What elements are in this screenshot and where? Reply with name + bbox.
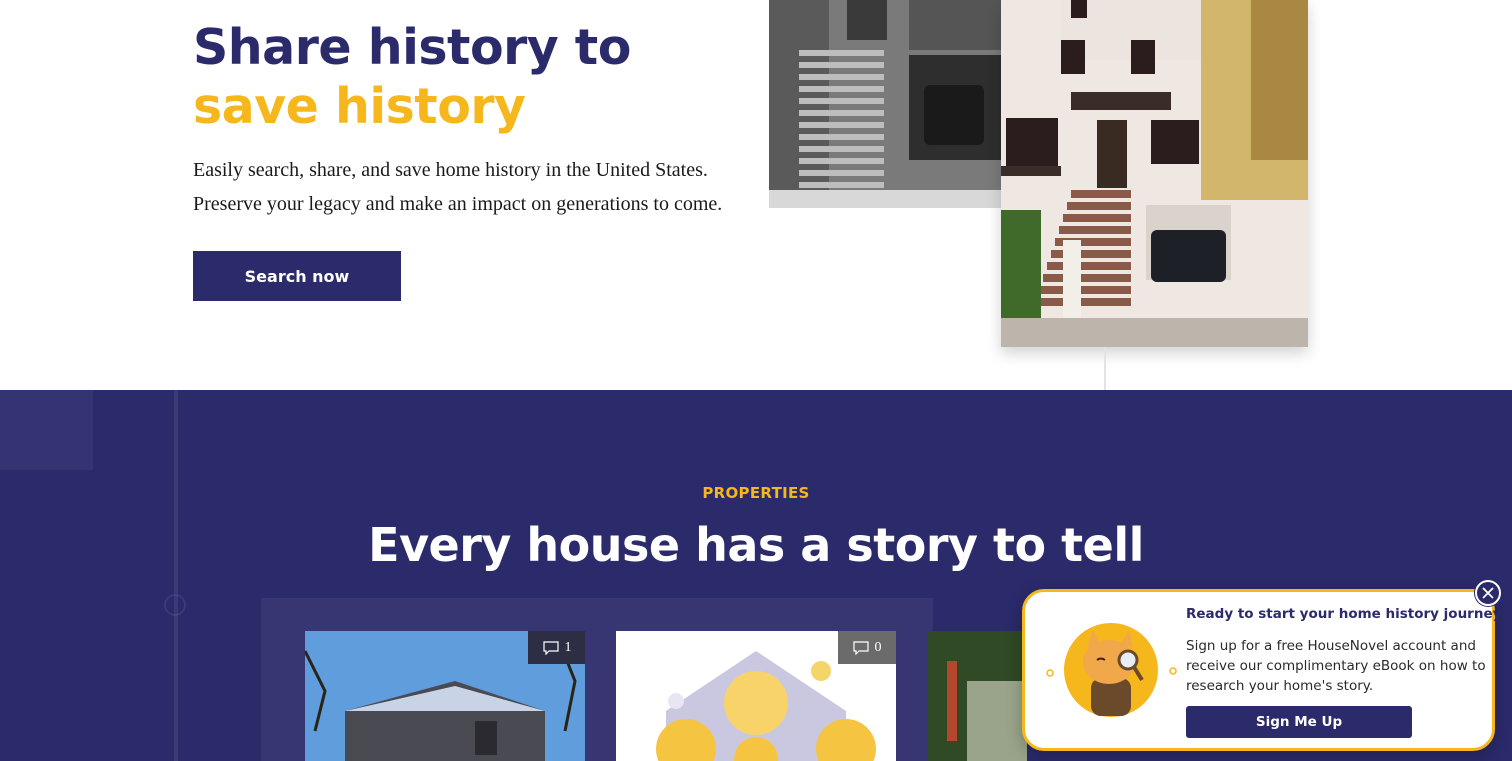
properties-eyebrow: PROPERTIES: [702, 484, 810, 502]
close-icon: [1482, 587, 1494, 599]
comment-count-badge[interactable]: 0: [838, 631, 896, 664]
hero-subtitle-line1: Easily search, share, and save home hist…: [193, 159, 708, 181]
comment-count: 1: [564, 639, 572, 655]
comment-count-badge[interactable]: 1: [528, 631, 585, 664]
hero-subtitle-line2: Preserve your legacy and make an impact …: [193, 193, 723, 215]
property-card[interactable]: 1: [305, 631, 585, 761]
hero-title: Share history to save history: [193, 18, 631, 136]
signup-popup: Ready to start your home history journey…: [1022, 589, 1509, 751]
historic-house-illustration: [769, 0, 1001, 208]
popup-close-button[interactable]: [1475, 580, 1501, 606]
property-photo: [927, 631, 1027, 761]
comment-icon: [852, 640, 869, 655]
comment-icon: [542, 640, 559, 655]
hero-title-line1: Share history to: [193, 19, 631, 76]
background-timeline-line: [174, 390, 178, 761]
property-card[interactable]: [927, 631, 1027, 761]
comment-count: 0: [874, 639, 882, 655]
cat-detective-mascot: [1046, 623, 1177, 717]
background-timeline-node: [164, 594, 186, 616]
modern-house-illustration: [1001, 0, 1308, 347]
hero-section: Share history to save history Easily sea…: [0, 0, 1512, 390]
background-decoration: [0, 390, 93, 470]
historic-house-photo: [769, 0, 1001, 208]
hero-title-line2: save history: [193, 78, 526, 135]
magnifier-icon: [1117, 649, 1139, 671]
properties-title: Every house has a story to tell: [368, 518, 1144, 572]
search-now-button[interactable]: Search now: [193, 251, 401, 301]
sign-me-up-button[interactable]: Sign Me Up: [1186, 706, 1412, 738]
popup-body: Sign up for a free HouseNovel account an…: [1186, 638, 1486, 694]
timeline-divider: [1104, 347, 1106, 390]
hero-subtitle: Easily search, share, and save home hist…: [193, 153, 753, 221]
popup-heading: Ready to start your home history journey…: [1186, 606, 1510, 622]
property-card[interactable]: 0: [616, 631, 896, 761]
modern-house-photo: [1001, 0, 1308, 347]
